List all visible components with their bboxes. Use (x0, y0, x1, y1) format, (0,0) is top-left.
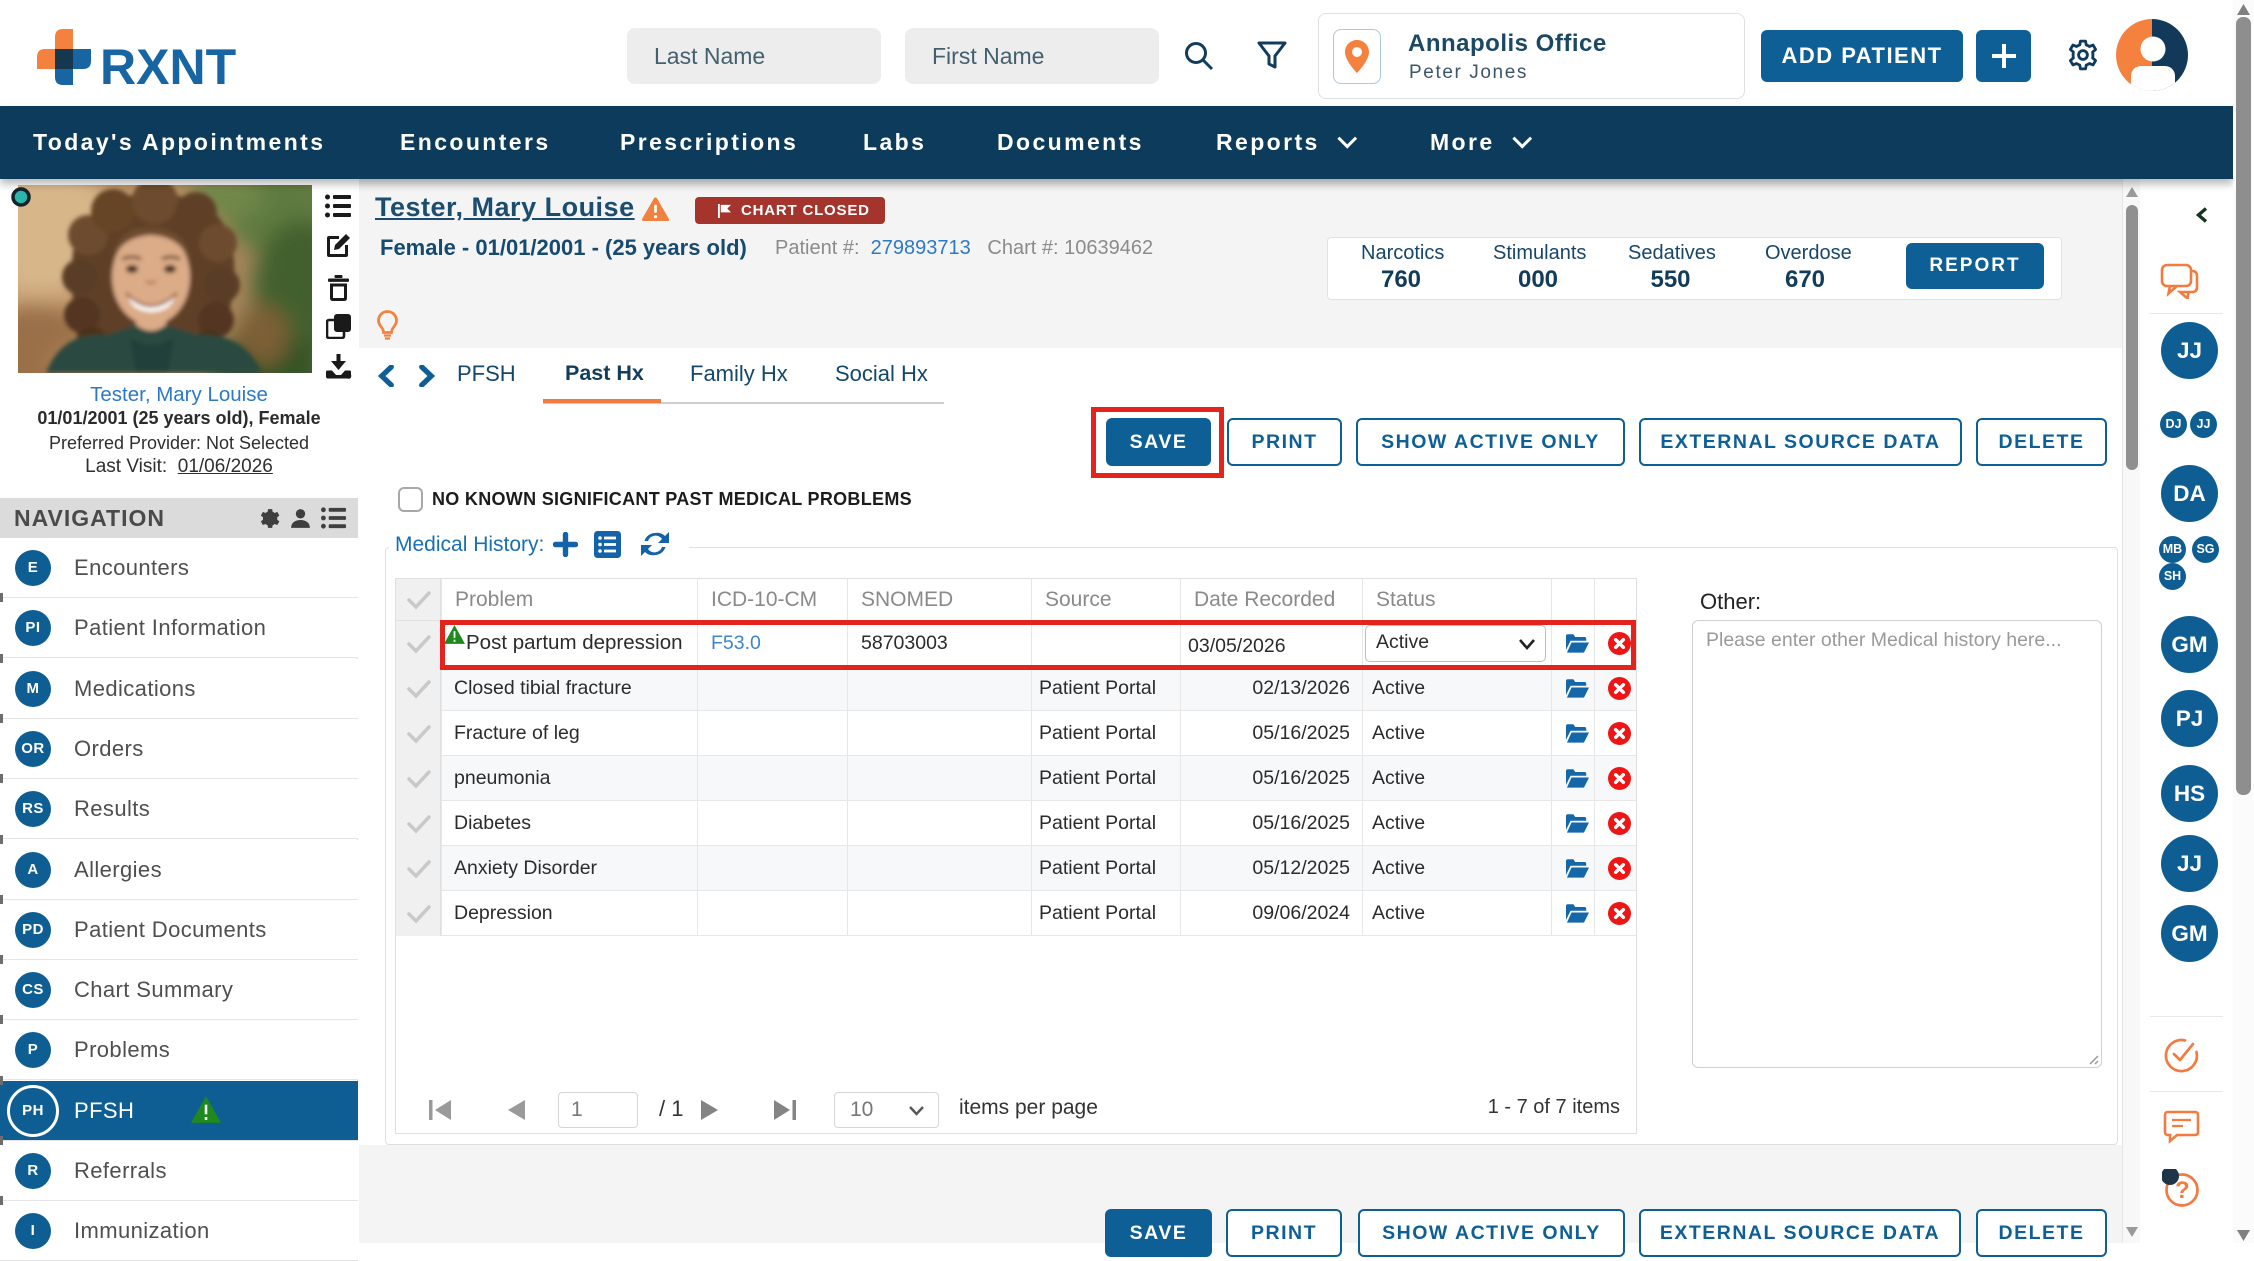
svg-text:RXNT: RXNT (100, 39, 236, 87)
